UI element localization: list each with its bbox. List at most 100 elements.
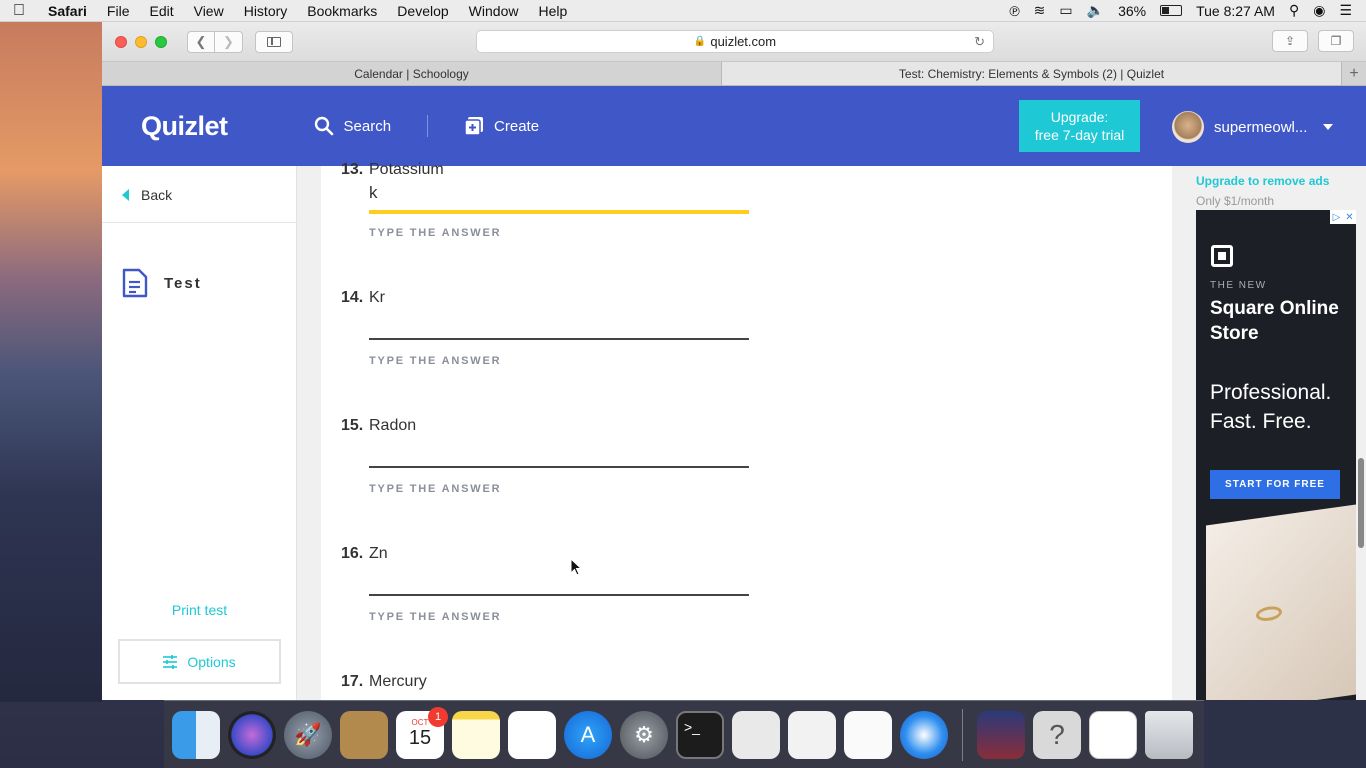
toolbar-right: ⇪ ❐ xyxy=(1272,30,1354,52)
ring-icon xyxy=(1256,604,1282,623)
help-disk-icon[interactable]: ? xyxy=(1033,710,1081,759)
answer-hint: TYPE THE ANSWER xyxy=(369,611,502,623)
test-mode: Test xyxy=(122,268,202,298)
apple-menu-icon[interactable]:  xyxy=(0,2,38,20)
reload-icon[interactable]: ↻ xyxy=(974,34,985,50)
menu-help[interactable]: Help xyxy=(528,3,577,19)
menu-bookmarks[interactable]: Bookmarks xyxy=(297,3,387,19)
battery-icon[interactable] xyxy=(1160,5,1183,16)
textedit-icon[interactable] xyxy=(844,710,892,759)
answer-input[interactable]: k xyxy=(369,183,378,203)
menu-file[interactable]: File xyxy=(97,3,140,19)
options-label: Options xyxy=(187,653,236,670)
share-icon[interactable]: ⇪ xyxy=(1272,30,1308,52)
answer-hint: TYPE THE ANSWER xyxy=(369,355,502,367)
finder-icon[interactable] xyxy=(172,710,220,759)
address-bar[interactable]: 🔒 quizlet.com ↻ xyxy=(476,30,994,53)
close-ad-icon[interactable]: ✕ xyxy=(1343,210,1356,224)
square-logo-icon xyxy=(1211,245,1233,267)
user-menu[interactable]: supermeowl... xyxy=(1172,111,1334,143)
desktop-wallpaper xyxy=(0,22,102,702)
search-icon xyxy=(314,116,333,136)
new-tab-icon[interactable]: + xyxy=(1342,62,1366,85)
airplay-icon[interactable]: ▭ xyxy=(1059,2,1072,19)
answer-input[interactable] xyxy=(369,438,749,468)
upgrade-button[interactable]: Upgrade: free 7-day trial xyxy=(1019,100,1140,152)
test-sidebar: Back Test Print test Options xyxy=(102,166,297,700)
page-scrollbar[interactable] xyxy=(1358,458,1364,548)
tabs-overview-icon[interactable]: ❐ xyxy=(1318,30,1354,52)
browser-toolbar: ❮ ❯ 🔒 quizlet.com ↻ ⇪ ❐ xyxy=(102,22,1366,62)
menu-edit[interactable]: Edit xyxy=(139,3,183,19)
calendar-icon[interactable]: OCT 15 1 xyxy=(396,706,448,759)
back-link[interactable]: Back xyxy=(122,187,172,203)
app-store-icon[interactable]: A xyxy=(564,710,612,759)
menu-history[interactable]: History xyxy=(234,3,298,19)
square-ad[interactable]: ▷ ✕ THE NEW Square Online Store Professi… xyxy=(1196,210,1356,700)
question-number: 15. xyxy=(341,417,364,434)
terminal-icon[interactable]: >_ xyxy=(676,710,724,759)
wifi-icon[interactable]: ≋ xyxy=(1034,2,1046,19)
battery-percent[interactable]: 36% xyxy=(1118,3,1146,19)
desktop-wallpaper-right xyxy=(1200,700,1366,768)
menu-develop[interactable]: Develop xyxy=(387,3,458,19)
question-number: 13. xyxy=(341,161,364,178)
nav-buttons: ❮ ❯ xyxy=(187,30,243,53)
tab-quizlet-test[interactable]: Test: Chemistry: Elements & Symbols (2) … xyxy=(722,62,1342,85)
question-number: 17. xyxy=(341,673,364,690)
ad-column: Upgrade to remove ads Only $1/month ▷ ✕ … xyxy=(1172,166,1366,700)
back-arrow-icon[interactable]: ❮ xyxy=(187,30,215,53)
volume-icon[interactable]: 🔈 xyxy=(1087,2,1104,19)
avatar xyxy=(1172,111,1204,143)
options-button[interactable]: Options xyxy=(118,639,281,684)
system-preferences-icon[interactable]: ⚙ xyxy=(620,710,668,759)
answer-input[interactable] xyxy=(369,566,749,596)
test-questions: 13. Potassium k TYPE THE ANSWER 14. Kr T… xyxy=(321,161,1172,700)
menu-window[interactable]: Window xyxy=(459,3,529,19)
page-body: Back Test Print test Options 13. Potassi… xyxy=(102,161,1366,700)
create-label: Create xyxy=(494,117,540,135)
question-number: 16. xyxy=(341,545,364,562)
close-window-button[interactable] xyxy=(115,35,127,48)
contacts-icon[interactable] xyxy=(340,710,388,759)
quizlet-logo[interactable]: Quizlet xyxy=(141,111,228,142)
siri-icon[interactable]: ◉ xyxy=(1313,2,1325,19)
siri-app-icon[interactable] xyxy=(228,710,276,759)
notes-icon[interactable] xyxy=(452,710,500,759)
sidebar-icon xyxy=(267,36,281,47)
trash-icon[interactable] xyxy=(1145,710,1193,759)
script-editor-icon[interactable] xyxy=(732,710,780,759)
minimize-window-button[interactable] xyxy=(135,35,147,48)
create-button[interactable]: Create xyxy=(464,116,539,136)
print-test-link[interactable]: Print test xyxy=(102,602,297,618)
answer-underline-active xyxy=(369,210,749,214)
mouse-cursor-icon xyxy=(570,558,582,576)
tab-schoology[interactable]: Calendar | Schoology xyxy=(102,62,722,85)
bluetooth-icon[interactable]: ℗ xyxy=(1009,3,1019,19)
sidebar-toggle-button[interactable] xyxy=(255,30,293,53)
answer-input[interactable] xyxy=(369,310,749,340)
menu-view[interactable]: View xyxy=(184,3,234,19)
launchpad-icon[interactable]: 🚀 xyxy=(284,710,332,759)
clock[interactable]: Tue 8:27 AM xyxy=(1196,3,1275,19)
answer-hint: TYPE THE ANSWER xyxy=(369,227,502,239)
zoom-window-button[interactable] xyxy=(155,35,167,48)
notification-center-icon[interactable]: ☰ xyxy=(1339,2,1352,19)
upgrade-line2: free 7-day trial xyxy=(1034,127,1125,143)
ad-cta-button[interactable]: START FOR FREE xyxy=(1210,470,1340,499)
grapher-icon[interactable] xyxy=(788,710,836,759)
spotlight-icon[interactable]: ⚲ xyxy=(1289,2,1299,19)
ad-controls: ▷ ✕ xyxy=(1330,210,1356,224)
book-document-icon[interactable] xyxy=(977,710,1025,759)
reminders-icon[interactable] xyxy=(508,710,556,759)
forward-arrow-icon[interactable]: ❯ xyxy=(215,30,243,53)
adchoices-icon[interactable]: ▷ xyxy=(1330,210,1343,224)
tab-bar: Calendar | Schoology Test: Chemistry: El… xyxy=(102,62,1366,86)
safari-icon[interactable] xyxy=(900,710,948,759)
menu-app-name[interactable]: Safari xyxy=(38,3,97,19)
quizlet-header: Quizlet Search Create Upgrade: free 7-da… xyxy=(102,86,1366,166)
ad-tagline: Professional. Fast. Free. xyxy=(1210,381,1332,433)
search-button[interactable]: Search xyxy=(314,116,391,136)
screenshot-file-icon[interactable] xyxy=(1089,710,1137,759)
upgrade-remove-ads-link[interactable]: Upgrade to remove ads xyxy=(1196,174,1329,188)
